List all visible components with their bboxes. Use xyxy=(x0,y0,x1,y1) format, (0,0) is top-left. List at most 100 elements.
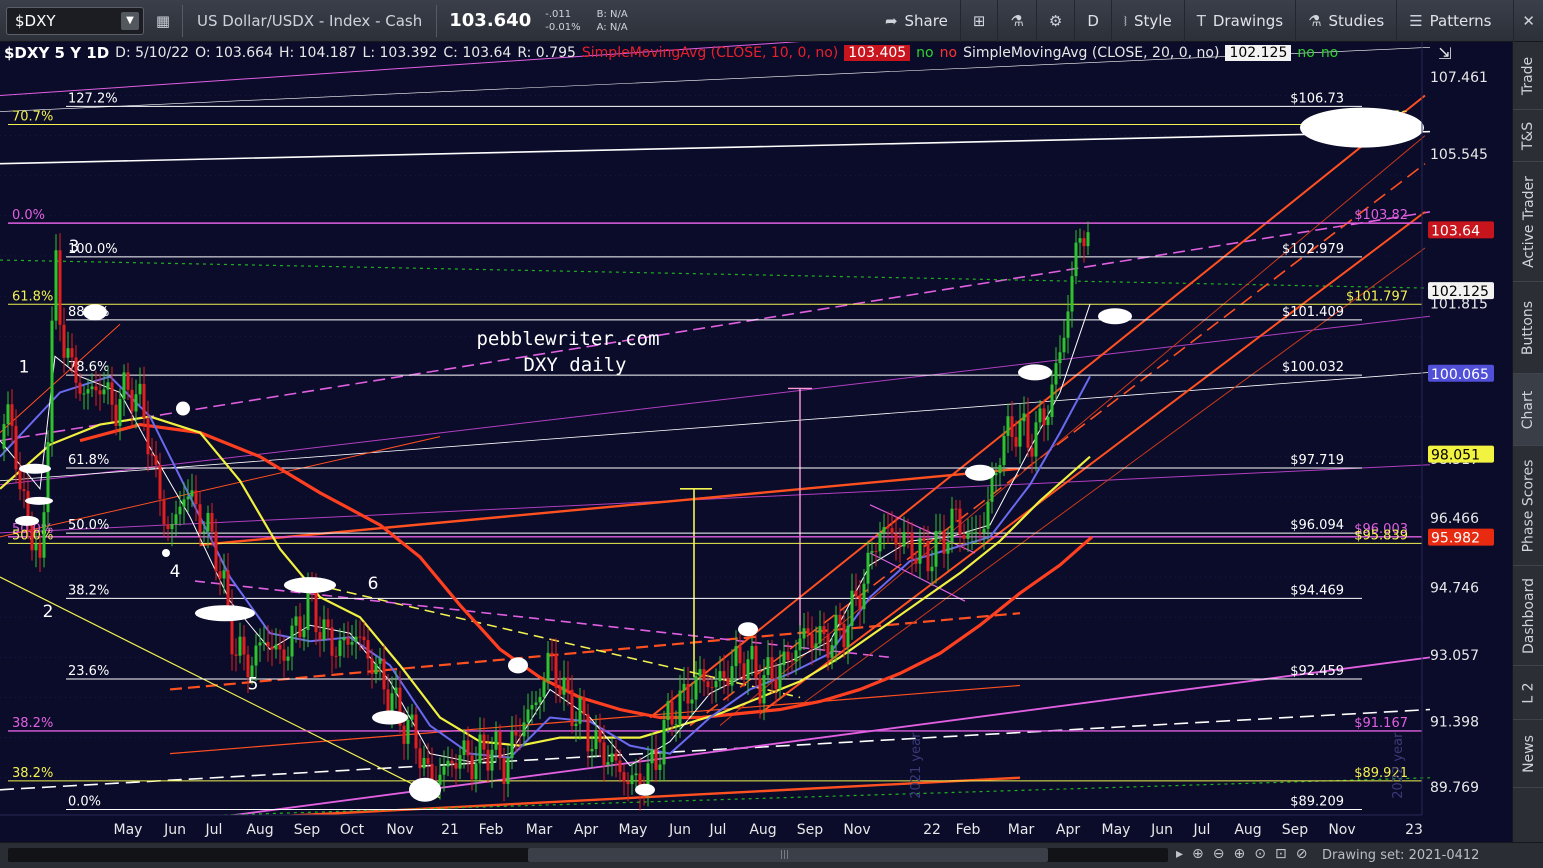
side-tabs: Trade T&S Active Trader Buttons Chart Ph… xyxy=(1512,42,1543,842)
zoom-in-icon[interactable]: ⊕ xyxy=(1234,846,1246,862)
patterns-button[interactable]: ☰ Patterns xyxy=(1396,0,1503,42)
candle-body xyxy=(242,636,246,655)
tab-dashboard[interactable]: Dashboard xyxy=(1513,566,1543,666)
studies-button[interactable]: ⚗ Studies xyxy=(1295,0,1396,42)
candle-body xyxy=(466,740,470,756)
candle-body xyxy=(142,383,146,418)
chart-area[interactable]: 127.2%$106.7370.7%$106.2760.0%$103.82100… xyxy=(0,42,1512,842)
highlight-ellipse xyxy=(372,710,408,725)
flask-button[interactable]: ⚗ xyxy=(997,0,1035,42)
candle-body xyxy=(622,772,626,782)
fib-price-label: $94.469 xyxy=(1290,583,1344,598)
y-tick-label: 93.057 xyxy=(1430,648,1479,664)
candle-body xyxy=(518,735,522,737)
fib-price-label: $91.167 xyxy=(1354,716,1408,731)
close-icon[interactable]: ✕ xyxy=(1513,0,1543,42)
x-tick-label: Jul xyxy=(709,822,727,838)
scroll-thumb[interactable]: ||| xyxy=(528,848,1048,862)
candle-body xyxy=(386,689,390,712)
candle-body xyxy=(898,544,902,547)
collapse-icon[interactable]: ▸ xyxy=(1176,846,1183,862)
candle-body xyxy=(1066,311,1070,338)
candle-body xyxy=(734,646,738,667)
x-tick-label: Sep xyxy=(294,822,321,838)
grid-button[interactable]: ⊞ xyxy=(959,0,998,42)
highlight-ellipse xyxy=(1018,364,1052,381)
fib-percent-label: 70.7% xyxy=(12,110,53,125)
flask-icon: ⚗ xyxy=(1010,11,1024,30)
chart-header: $DXY 5 Y 1D D: 5/10/22 O: 103.664 H: 104… xyxy=(4,43,1344,63)
drawings-button[interactable]: T Drawings xyxy=(1183,0,1295,42)
price-chart[interactable]: 127.2%$106.7370.7%$106.2760.0%$103.82100… xyxy=(0,42,1512,842)
candle-body xyxy=(882,527,886,533)
tab-level-2[interactable]: L 2 xyxy=(1513,666,1543,720)
candle-body xyxy=(862,583,866,610)
fib-price-label: $102.979 xyxy=(1282,242,1344,257)
style-label: Style xyxy=(1134,11,1172,30)
tab-phase-scores[interactable]: Phase Scores xyxy=(1513,446,1543,566)
candle-body xyxy=(502,758,506,784)
candle-body xyxy=(2,424,6,449)
candle-body xyxy=(374,663,378,674)
candle-body xyxy=(482,734,486,750)
candle-body xyxy=(222,570,226,579)
pan-icon[interactable]: ⊘ xyxy=(1296,846,1308,862)
candle-body xyxy=(198,504,202,533)
lock-icon[interactable]: ▦ xyxy=(150,12,176,30)
fit-icon[interactable]: ⊡ xyxy=(1275,846,1287,862)
aggregation-button[interactable]: D xyxy=(1074,0,1111,42)
share-icon: ➦ xyxy=(884,11,898,30)
fib-percent-label: 0.0% xyxy=(68,794,101,809)
candle-body xyxy=(570,689,574,727)
zoom-out-icon[interactable]: ⊖ xyxy=(1213,846,1225,862)
candle-body xyxy=(750,646,754,660)
crosshair-icon[interactable]: ⊕ xyxy=(1192,846,1204,862)
fib-price-label: $100.032 xyxy=(1282,360,1344,375)
candle-body xyxy=(522,722,526,737)
header-range: R: 0.795 xyxy=(517,45,576,61)
sma10-flag-1: no xyxy=(916,45,934,61)
candle-body xyxy=(606,762,610,765)
candle-body xyxy=(890,528,894,534)
tab-buttons[interactable]: Buttons xyxy=(1513,282,1543,374)
candle-body xyxy=(1050,384,1054,417)
time-scrollbar[interactable]: ||| xyxy=(8,848,1168,862)
candle-body xyxy=(442,766,446,775)
candle-body xyxy=(138,383,142,395)
candle-body xyxy=(1006,416,1010,436)
candle-body xyxy=(486,749,490,771)
watermark-line1: pebblewriter.com xyxy=(476,328,659,350)
tab-chart[interactable]: Chart xyxy=(1513,374,1543,446)
zoom-tools: ▸ ⊕ ⊖ ⊕ ⊙ ⊡ ⊘ xyxy=(1176,846,1307,862)
candle-body xyxy=(550,652,554,655)
fib-percent-label: 23.6% xyxy=(68,664,109,679)
symbol-dropdown-icon[interactable]: ▼ xyxy=(121,11,139,30)
x-tick-label: Jun xyxy=(1150,822,1173,838)
tab-news[interactable]: News xyxy=(1513,720,1543,788)
candle-body xyxy=(626,781,630,785)
candle-body xyxy=(662,720,666,765)
tab-active-trader[interactable]: Active Trader xyxy=(1513,162,1543,282)
x-tick-label: Apr xyxy=(1056,822,1080,838)
candle-body xyxy=(186,496,190,500)
settings-button[interactable]: ⚙ xyxy=(1035,0,1074,42)
symbol-input[interactable]: $DXY ▼ xyxy=(6,6,144,35)
candle-body xyxy=(226,570,230,607)
watermark-line2: DXY daily xyxy=(524,354,627,376)
style-button[interactable]: ⧘ Style xyxy=(1110,0,1184,42)
candle-body xyxy=(334,655,338,657)
candle-body xyxy=(254,645,258,666)
tab-time-and-sales[interactable]: T&S xyxy=(1513,110,1543,162)
reset-icon[interactable]: ⊙ xyxy=(1254,846,1266,862)
tab-trade[interactable]: Trade xyxy=(1513,42,1543,110)
candle-body xyxy=(1034,422,1038,457)
candle-body xyxy=(22,489,26,492)
x-tick-label: Aug xyxy=(246,822,273,838)
share-button[interactable]: ➦ Share xyxy=(873,0,960,42)
x-tick-label: Nov xyxy=(1328,822,1355,838)
candle-body xyxy=(166,524,170,530)
candle-body xyxy=(718,671,722,682)
candle-body xyxy=(974,532,978,534)
symbol-description: US Dollar/USDX - Index - Cash xyxy=(197,11,423,30)
price-tag-label: 103.64 xyxy=(1431,223,1480,239)
